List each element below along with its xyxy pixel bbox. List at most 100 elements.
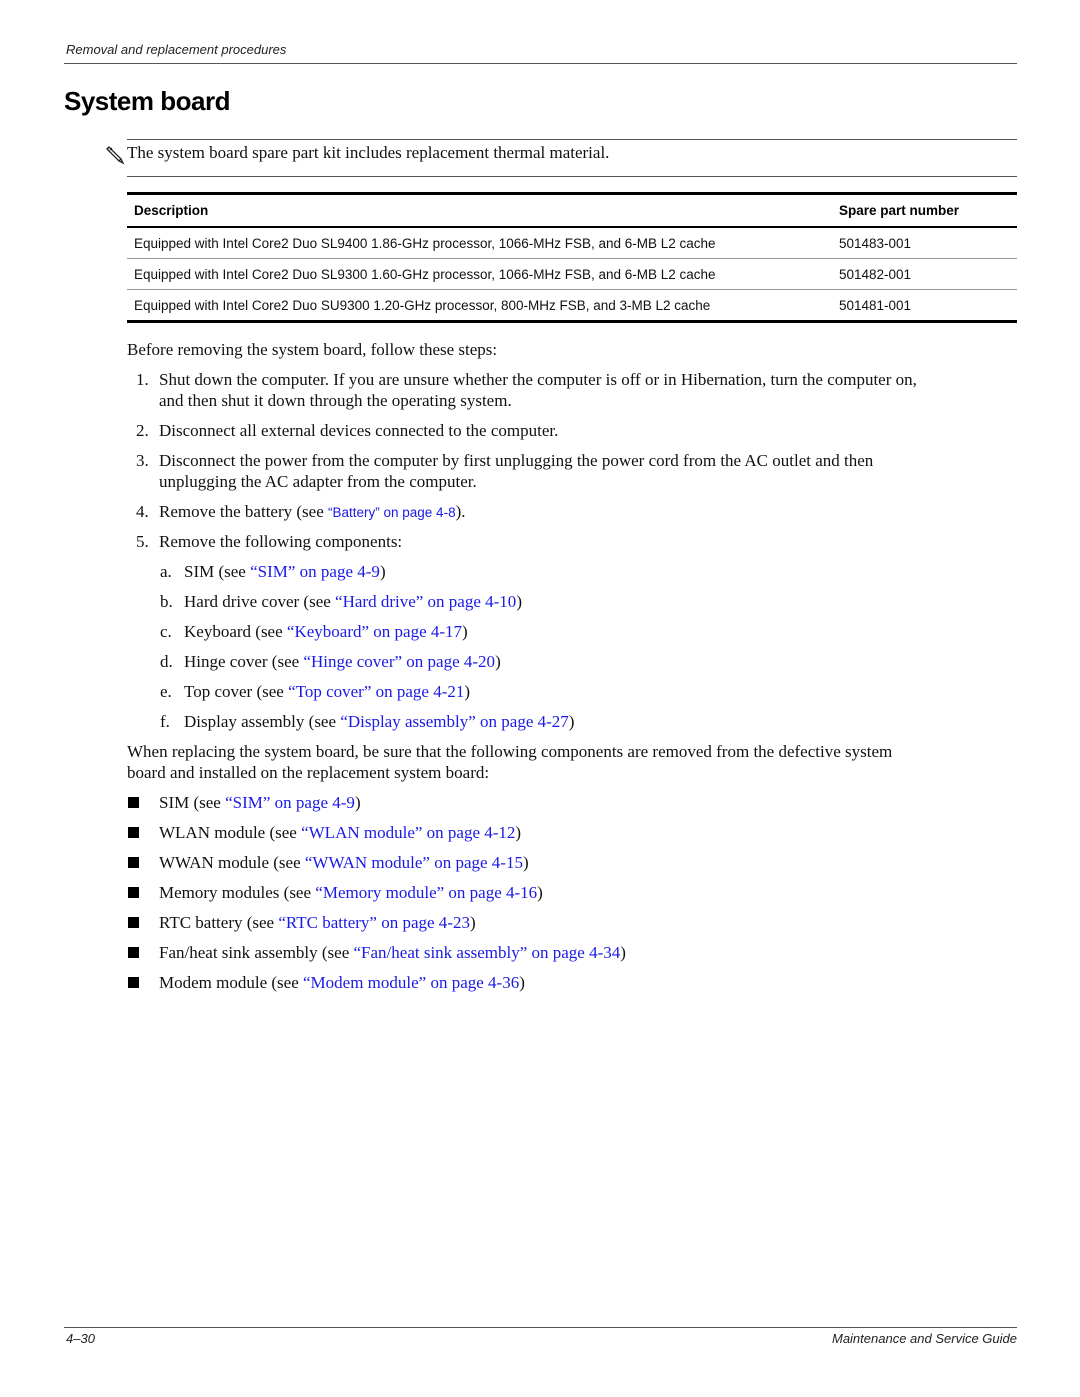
column-header-description: Description <box>134 202 209 218</box>
bullet-post: ) <box>515 823 522 842</box>
bullet-pre: WWAN module (see <box>159 853 305 872</box>
bullet-post: ) <box>354 793 361 812</box>
bullet-item: Fan/heat sink assembly (see “Fan/heat si… <box>0 942 1080 964</box>
substep-post: ) <box>379 562 386 581</box>
bullet-pre: SIM (see <box>159 793 226 812</box>
step-text-line1: Disconnect the power from the computer b… <box>159 451 874 470</box>
substep-text: Hinge cover (see “Hinge cover” on page 4… <box>184 651 501 672</box>
bullet-text: Memory modules (see “Memory module” on p… <box>159 882 543 903</box>
page-number: 4–30 <box>66 1331 95 1346</box>
cell-part-number: 501481-001 <box>839 297 912 313</box>
substep-pre: Hinge cover (see <box>184 652 304 671</box>
step-2: 2. Disconnect all external devices conne… <box>0 420 1080 442</box>
table-row: Equipped with Intel Core2 Duo SL9300 1.6… <box>127 259 1017 290</box>
substep-c: c. Keyboard (see “Keyboard” on page 4-17… <box>0 621 1080 643</box>
substep-post: ) <box>495 652 501 671</box>
substep-letter: f. <box>160 712 170 731</box>
replace-intro-line2: board and installed on the replacement s… <box>127 763 490 782</box>
substep-a: a. SIM (see “SIM” on page 4-9) <box>0 561 1080 583</box>
bullet-post: ) <box>522 853 529 872</box>
substep-letter: e. <box>160 682 172 701</box>
bullet-item: WLAN module (see “WLAN module” on page 4… <box>0 822 1080 844</box>
wwan-module-link[interactable]: “WWAN module” on page 4-15 <box>305 853 523 872</box>
bullet-text: Fan/heat sink assembly (see “Fan/heat si… <box>159 942 626 963</box>
step-1: 1. Shut down the computer. If you are un… <box>0 369 1080 413</box>
note-bottom-divider <box>127 176 1017 177</box>
bullet-post: ) <box>620 943 626 962</box>
substep-post: ) <box>516 592 522 611</box>
substep-pre: Top cover (see <box>184 682 289 701</box>
substep-b: b. Hard drive cover (see “Hard drive” on… <box>0 591 1080 613</box>
memory-module-link[interactable]: “Memory module” on page 4-16 <box>315 883 537 902</box>
guide-title: Maintenance and Service Guide <box>831 1331 1017 1346</box>
wlan-module-link[interactable]: “WLAN module” on page 4-12 <box>301 823 515 842</box>
cell-description: Equipped with Intel Core2 Duo SL9400 1.8… <box>134 235 716 251</box>
substep-pre: SIM (see <box>184 562 251 581</box>
step-number: 3. <box>136 451 149 470</box>
square-bullet-icon <box>128 797 139 808</box>
substep-text: Display assembly (see “Display assembly”… <box>184 711 574 732</box>
substep-text: SIM (see “SIM” on page 4-9) <box>184 561 386 582</box>
step-number: 1. <box>136 370 149 389</box>
top-cover-link[interactable]: “Top cover” on page 4-21 <box>288 682 464 701</box>
replace-intro: When replacing the system board, be sure… <box>127 741 1027 783</box>
note-text: The system board spare part kit includes… <box>127 143 610 162</box>
running-header: Removal and replacement procedures <box>66 42 287 57</box>
display-assembly-link[interactable]: “Display assembly” on page 4-27 <box>340 712 569 731</box>
fan-heat-sink-link[interactable]: “Fan/heat sink assembly” on page 4-34 <box>354 943 621 962</box>
bullet-post: ) <box>469 913 476 932</box>
bullet-post: ) <box>519 973 525 992</box>
table-header-row: Description Spare part number <box>127 193 1017 227</box>
battery-link[interactable]: “Battery” on page 4-8 <box>328 505 456 520</box>
modem-module-link[interactable]: “Modem module” on page 4-36 <box>303 973 519 992</box>
substep-letter: c. <box>160 622 172 641</box>
step-4: 4. Remove the battery (see “Battery” on … <box>0 501 1080 523</box>
hard-drive-link[interactable]: “Hard drive” on page 4-10 <box>335 592 516 611</box>
bullet-pre: WLAN module (see <box>159 823 302 842</box>
bullet-text: RTC battery (see “RTC battery” on page 4… <box>159 912 476 933</box>
square-bullet-icon <box>128 977 139 988</box>
step-text-post: ). <box>455 502 466 521</box>
sim-link[interactable]: “SIM” on page 4-9 <box>225 793 355 812</box>
step-text-line2: and then shut it down through the operat… <box>159 391 512 410</box>
step-text: Remove the battery (see “Battery” on pag… <box>159 501 1019 523</box>
substep-letter: b. <box>160 592 173 611</box>
bullet-item: SIM (see “SIM” on page 4-9) <box>0 792 1080 814</box>
step-text-pre: Remove the battery (see <box>159 502 328 521</box>
bullet-text: SIM (see “SIM” on page 4-9) <box>159 792 361 813</box>
bullet-pre: RTC battery (see <box>159 913 279 932</box>
bullet-item: Memory modules (see “Memory module” on p… <box>0 882 1080 904</box>
substep-post: ) <box>464 682 471 701</box>
step-text-line1: Shut down the computer. If you are unsur… <box>159 370 917 389</box>
hinge-cover-link[interactable]: “Hinge cover” on page 4-20 <box>303 652 495 671</box>
page-title: System board <box>64 86 230 116</box>
spare-parts-table: Description Spare part number Equipped w… <box>127 192 1017 323</box>
substep-pre: Keyboard (see <box>184 622 287 641</box>
table-row: Equipped with Intel Core2 Duo SU9300 1.2… <box>127 290 1017 322</box>
rtc-battery-link[interactable]: “RTC battery” on page 4-23 <box>278 913 470 932</box>
substep-pre: Display assembly (see <box>184 712 341 731</box>
substep-e: e. Top cover (see “Top cover” on page 4-… <box>0 681 1080 703</box>
square-bullet-icon <box>128 857 139 868</box>
footer-divider <box>64 1327 1017 1328</box>
sim-link[interactable]: “SIM” on page 4-9 <box>250 562 380 581</box>
column-header-spare-part-number: Spare part number <box>839 202 960 218</box>
cell-part-number: 501483-001 <box>839 235 912 251</box>
bullet-pre: Fan/heat sink assembly (see <box>159 943 354 962</box>
square-bullet-icon <box>128 827 139 838</box>
step-3: 3. Disconnect the power from the compute… <box>0 450 1080 494</box>
keyboard-link[interactable]: “Keyboard” on page 4-17 <box>287 622 462 641</box>
square-bullet-icon <box>128 917 139 928</box>
table-row: Equipped with Intel Core2 Duo SL9400 1.8… <box>127 227 1017 259</box>
step-number: 2. <box>136 421 149 440</box>
substep-text: Hard drive cover (see “Hard drive” on pa… <box>184 591 522 612</box>
bullet-text: Modem module (see “Modem module” on page… <box>159 972 525 993</box>
substep-text: Keyboard (see “Keyboard” on page 4-17) <box>184 621 468 642</box>
replace-intro-line1: When replacing the system board, be sure… <box>127 742 893 761</box>
cell-part-number: 501482-001 <box>839 266 912 282</box>
bullet-post: ) <box>537 883 543 902</box>
header-divider <box>64 63 1017 64</box>
substep-post: ) <box>462 622 468 641</box>
step-text-line2: unplugging the AC adapter from the compu… <box>159 472 477 491</box>
bullet-item: WWAN module (see “WWAN module” on page 4… <box>0 852 1080 874</box>
